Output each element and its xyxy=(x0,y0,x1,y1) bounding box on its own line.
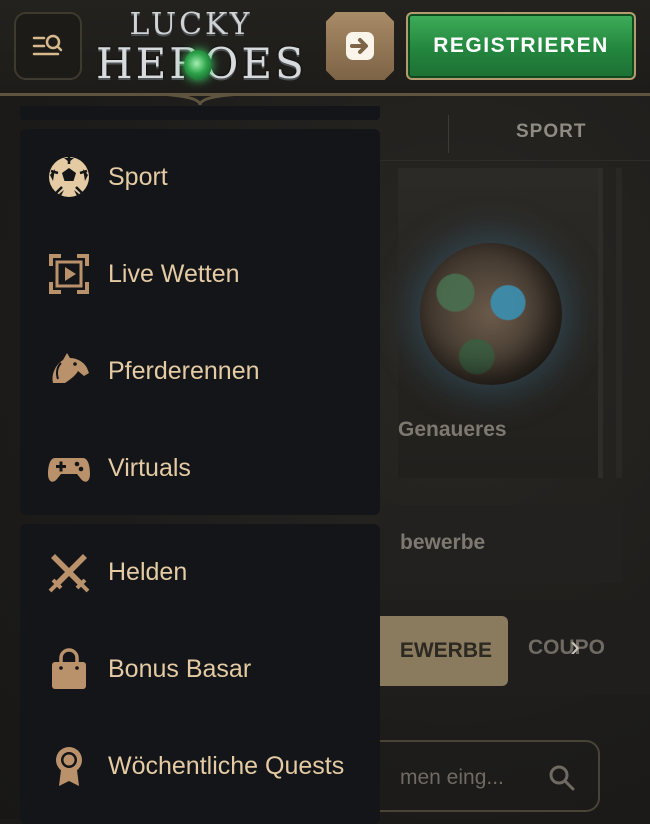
menu-item-woechentliche-quests[interactable]: Wöchentliche Quests xyxy=(20,718,380,814)
filter-tabs: EWERBE COUPO › xyxy=(380,600,650,695)
menu-item-pferderennen[interactable]: Pferderennen xyxy=(20,323,380,419)
top-header: LUCKY HEROES REGISTRIEREN xyxy=(0,0,650,96)
search-placeholder: men eing... xyxy=(400,766,504,789)
side-menu-drawer: Sport Live Wetten Pferderennen Virtuals … xyxy=(20,96,382,824)
menu-item-label: Wöchentliche Quests xyxy=(108,751,345,780)
menu-item-label: Live Wetten xyxy=(108,259,240,288)
register-button[interactable]: REGISTRIEREN xyxy=(406,12,636,80)
live-play-icon xyxy=(46,251,92,297)
soccer-ball-icon xyxy=(46,154,92,200)
logo-text-heroes: HEROES xyxy=(96,40,304,88)
horse-icon xyxy=(46,348,92,394)
menu-item-label: Virtuals xyxy=(108,453,191,482)
emerald-gem-icon xyxy=(184,50,212,80)
logo-text-lucky: LUCKY xyxy=(129,7,253,42)
lucky-heroes-logo[interactable]: LUCKY HEROES xyxy=(96,7,304,90)
crossed-swords-icon xyxy=(46,549,92,595)
promo-card-link[interactable]: Genaueres xyxy=(398,418,507,442)
menu-item-label: Bonus Basar xyxy=(108,654,252,683)
category-tabs: SPORT xyxy=(380,105,650,161)
chevron-right-icon[interactable]: › xyxy=(570,630,580,664)
competitions-section[interactable]: bewerbe xyxy=(380,505,622,583)
shopping-bag-icon xyxy=(46,646,92,692)
menu-item-helden[interactable]: Helden xyxy=(20,524,380,620)
medal-icon xyxy=(46,743,92,789)
soccer-ball-image xyxy=(420,243,562,385)
gamepad-icon xyxy=(46,445,92,491)
menu-item-sport[interactable]: Sport xyxy=(20,129,380,225)
menu-item-label: Sport xyxy=(108,162,168,191)
tab-sport[interactable]: SPORT xyxy=(516,121,586,143)
search-icon[interactable] xyxy=(548,764,576,792)
menu-item-label: Helden xyxy=(108,557,188,586)
drawer-top-edge xyxy=(20,106,380,120)
login-arrow-icon xyxy=(346,32,374,60)
menu-group-rewards: Helden Bonus Basar Wöchentliche Quests xyxy=(20,524,380,824)
menu-group-betting: Sport Live Wetten Pferderennen Virtuals xyxy=(20,129,380,515)
menu-item-live-wetten[interactable]: Live Wetten xyxy=(20,226,380,322)
tab-divider xyxy=(448,115,449,153)
menu-toggle-button[interactable] xyxy=(14,12,82,80)
login-button[interactable] xyxy=(326,12,394,80)
menu-search-icon xyxy=(32,34,63,56)
menu-item-label: Pferderennen xyxy=(108,356,260,385)
search-field[interactable]: men eing... xyxy=(380,740,600,812)
menu-item-bonus-basar[interactable]: Bonus Basar xyxy=(20,621,380,717)
menu-item-virtuals[interactable]: Virtuals xyxy=(20,420,380,516)
tab-coupons[interactable]: COUPO xyxy=(528,636,605,660)
tab-competitions[interactable]: EWERBE xyxy=(380,616,508,686)
competitions-heading: bewerbe xyxy=(400,531,486,554)
